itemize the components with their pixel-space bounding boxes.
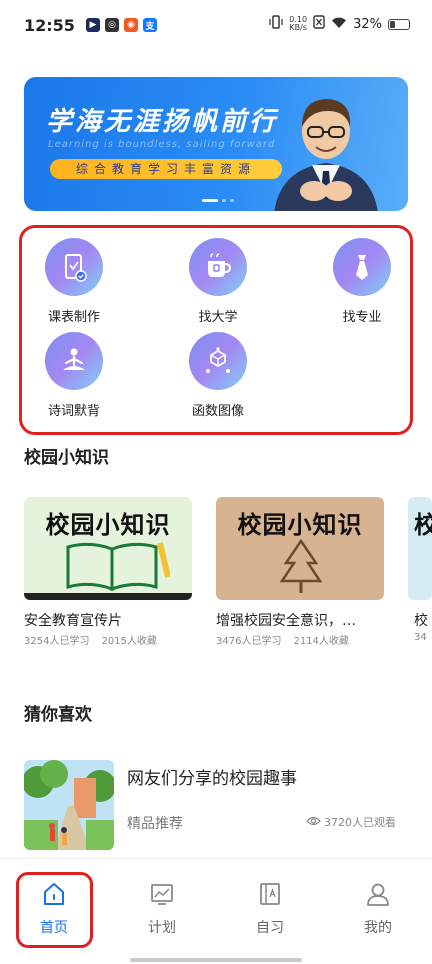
- eye-icon: [306, 816, 321, 829]
- knowledge-card[interactable]: 校园小知识 增强校园安全意识，… 3476人已学习 2114人收藏: [216, 497, 384, 647]
- tool-schedule[interactable]: 课表制作: [29, 238, 119, 325]
- cup-icon: [189, 238, 247, 296]
- wifi-icon: [331, 16, 347, 33]
- recommend-title[interactable]: 网友们分享的校园趣事: [127, 764, 297, 789]
- cube-graph-icon: [189, 332, 247, 390]
- card-title: 增强校园安全意识，…: [216, 613, 356, 629]
- card-learners: 34: [414, 632, 427, 643]
- banner-pagination: [202, 199, 234, 202]
- net-speed-unit: KB/s: [289, 23, 307, 32]
- vibrate-icon: [269, 15, 283, 33]
- section-title-campus-knowledge: 校园小知识: [24, 448, 109, 468]
- tool-function-graph[interactable]: 函数图像: [173, 332, 263, 419]
- tool-label: 诗词默背: [47, 404, 100, 419]
- nav-label: 我的: [364, 920, 392, 936]
- tie-icon: [333, 238, 391, 296]
- section-title-recommend: 猜你喜欢: [24, 705, 92, 725]
- tree-icon: [279, 538, 323, 593]
- recommend-tag: 精品推荐: [127, 816, 183, 832]
- meditation-icon: [45, 332, 103, 390]
- status-time: 12:55: [24, 16, 75, 35]
- chart-board-icon: [151, 884, 173, 905]
- card-learners: 3254人已学习: [24, 636, 90, 647]
- net-speed: 0.10 KB/s: [289, 16, 307, 32]
- knowledge-card[interactable]: 校园小知识 安全教育宣传片 3254人已学习 2015人收藏: [24, 497, 192, 647]
- card-meta: 3254人已学习 2015人收藏: [24, 632, 192, 647]
- gesture-bar[interactable]: [130, 958, 302, 962]
- status-bar: 12:55 ▶ ◎ ◉ 支 0.10 KB/s 32%: [0, 0, 432, 50]
- banner-dot: [222, 199, 226, 202]
- banner-title: 学海无涯扬帆前行: [46, 107, 279, 137]
- banner-dot: [230, 199, 234, 202]
- promo-banner[interactable]: 学海无涯扬帆前行 Learning is boundless, sailing …: [24, 77, 408, 211]
- battery-fill: [390, 20, 395, 28]
- nav-tab-study[interactable]: 自习: [235, 881, 305, 937]
- card-thumb-title: 校: [414, 511, 432, 539]
- tool-poem-recite[interactable]: 诗词默背: [29, 332, 119, 419]
- teacher-illustration: [266, 83, 386, 211]
- banner-subtitle: Learning is boundless, sailing forward: [48, 139, 276, 150]
- nav-label: 计划: [148, 920, 176, 936]
- knowledge-card-partial[interactable]: 校 校 34: [408, 497, 432, 643]
- status-indicators: 0.10 KB/s 32%: [269, 15, 410, 33]
- tool-label: 函数图像: [191, 404, 244, 419]
- banner-dot: [202, 199, 218, 202]
- views-count: 3720人已观看: [324, 816, 396, 829]
- tool-find-major[interactable]: 找专业: [317, 238, 407, 325]
- card-title: 安全教育宣传片: [24, 613, 122, 629]
- status-app-icons: ▶ ◎ ◉ 支: [86, 18, 157, 32]
- notification-app-icon: ◎: [105, 18, 119, 32]
- recommend-thumbnail[interactable]: [24, 760, 114, 850]
- card-thumb-title: 校园小知识: [45, 511, 171, 539]
- sim-off-icon: [313, 15, 325, 33]
- card-learners: 3476人已学习: [216, 636, 282, 647]
- card-meta: 34: [408, 632, 432, 643]
- tool-label: 找大学: [198, 310, 238, 325]
- tool-find-university[interactable]: 找大学: [173, 238, 263, 325]
- nav-tab-plan[interactable]: 计划: [127, 881, 197, 937]
- battery-percent: 32%: [353, 16, 382, 32]
- home-tab-highlight: [16, 872, 93, 948]
- notification-app-icon: ◉: [124, 18, 138, 32]
- tool-label: 找专业: [342, 310, 382, 325]
- card-thumbnail: 校园小知识: [216, 497, 384, 600]
- notification-app-icon: ▶: [86, 18, 100, 32]
- book-icon: [260, 883, 280, 905]
- open-book-icon: [66, 542, 170, 592]
- card-thumbnail: 校: [408, 497, 432, 600]
- banner-tag: 综合教育学习丰富资源: [50, 159, 282, 179]
- card-favorites: 2015人收藏: [101, 636, 157, 647]
- notification-app-icon: 支: [143, 18, 157, 32]
- card-meta: 3476人已学习 2114人收藏: [216, 632, 384, 647]
- card-thumb-footer: [24, 593, 192, 600]
- tool-label: 课表制作: [47, 310, 100, 325]
- card-title: 校: [414, 613, 428, 629]
- user-icon: [367, 883, 389, 906]
- schedule-phone-icon: [45, 238, 103, 296]
- battery-icon: [388, 18, 410, 30]
- card-thumbnail: 校园小知识: [24, 497, 192, 600]
- recommend-views: 3720人已观看: [306, 814, 396, 830]
- nav-tab-mine[interactable]: 我的: [343, 881, 413, 937]
- card-thumb-title: 校园小知识: [237, 511, 363, 539]
- nav-label: 自习: [256, 920, 284, 936]
- card-favorites: 2114人收藏: [293, 636, 349, 647]
- quick-tools-panel: 课表制作 找大学 找专业 诗词默背 函数图像: [19, 225, 413, 435]
